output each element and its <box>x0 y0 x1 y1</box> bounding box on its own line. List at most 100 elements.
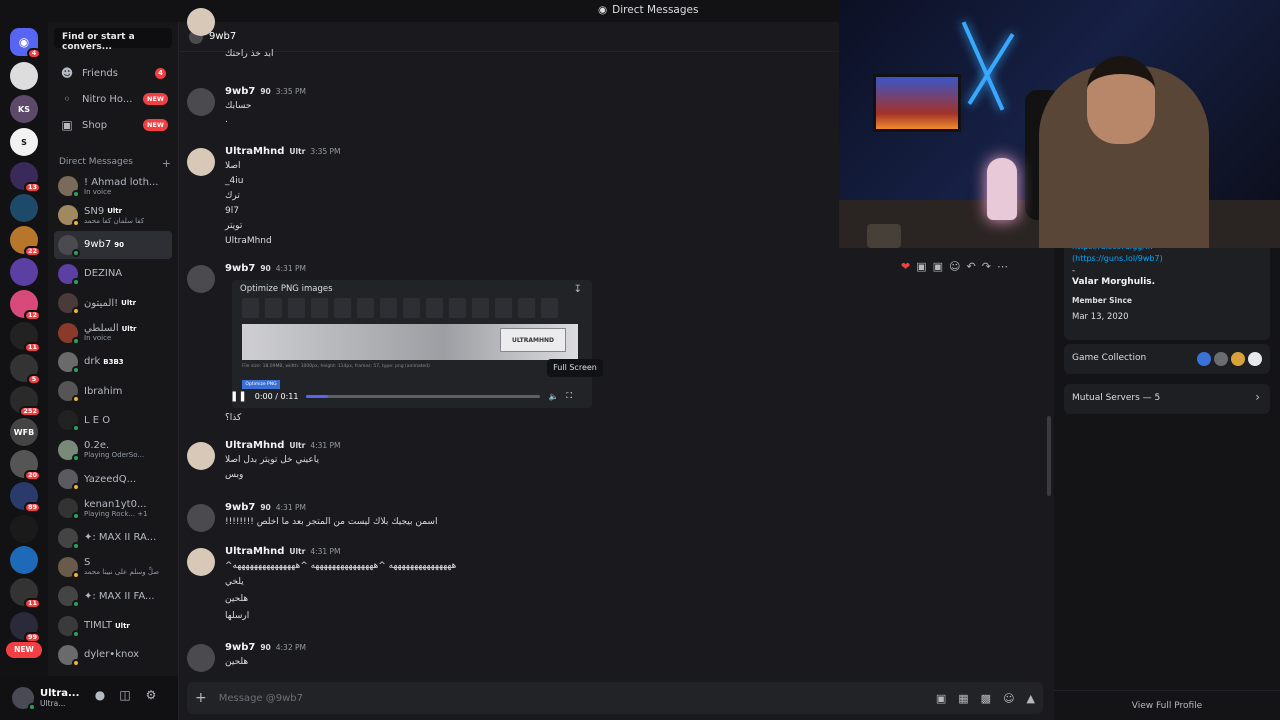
profile-motto: Valar Morghulis. <box>1072 277 1156 287</box>
message-avatar[interactable] <box>187 148 215 176</box>
dm-search-button[interactable]: Find or start a convers... <box>54 28 172 52</box>
message-avatar[interactable] <box>187 88 215 116</box>
dm-name: drk <box>84 356 101 368</box>
create-dm-button[interactable]: + <box>162 157 171 170</box>
volume-icon[interactable]: 🔈 <box>548 392 558 401</box>
download-icon[interactable]: ↧ <box>574 284 582 295</box>
dm-name-row: ✦: MAX II FA... <box>84 591 155 602</box>
user-avatar[interactable] <box>12 687 36 711</box>
server-icon[interactable] <box>10 194 38 222</box>
nav-nitro-home[interactable]: ◦ Nitro Ho... NEW <box>54 88 172 110</box>
activities-icon[interactable]: ▲ <box>1027 692 1035 705</box>
message-input[interactable]: Message @9wb7 <box>219 693 303 704</box>
message-avatar[interactable] <box>187 504 215 532</box>
server-icon[interactable]: WFB <box>10 418 38 446</box>
dm-item[interactable]: DEZINA <box>54 260 172 288</box>
dm-name-row: ! Ahmad loth... <box>84 177 158 188</box>
window-title-text: Direct Messages <box>612 4 699 16</box>
message-avatar[interactable] <box>187 8 215 36</box>
server-icon[interactable]: 99 <box>10 612 41 643</box>
shop-icon: ▣ <box>61 118 73 132</box>
dm-item[interactable]: ! Ahmad loth... In voice <box>54 172 172 200</box>
server-icon[interactable] <box>10 515 38 543</box>
view-full-profile-button[interactable]: View Full Profile <box>1054 690 1280 720</box>
server-icon[interactable]: 11 <box>10 578 41 609</box>
message-author[interactable]: 9wb7 <box>225 263 255 274</box>
dm-item[interactable]: الميتون! Ultr <box>54 289 172 317</box>
new-pill[interactable]: NEW <box>6 642 42 658</box>
server-icon[interactable]: 5 <box>10 354 41 385</box>
dm-item[interactable]: S صلِّ وسلم على نبينا محمد <box>54 553 172 581</box>
server-icon[interactable]: S <box>10 128 38 156</box>
pause-icon[interactable]: ❚❚ <box>230 391 247 402</box>
emoji-icon[interactable]: ☺ <box>1003 692 1014 705</box>
member-since-label: Member Since <box>1072 296 1132 305</box>
message-time: 3:35 PM <box>310 147 341 156</box>
dm-avatar <box>58 439 80 462</box>
reaction-icon[interactable]: ▣ <box>933 260 943 273</box>
mic-icon[interactable]: ● <box>92 688 108 706</box>
dm-item[interactable]: drk B3B3 <box>54 348 172 376</box>
dm-item[interactable]: YazeedQ... <box>54 465 172 493</box>
server-icon[interactable]: KS <box>10 95 38 123</box>
tool-strip <box>242 298 558 318</box>
message-author[interactable]: 9wb7 <box>225 642 255 653</box>
message-avatar[interactable] <box>187 442 215 470</box>
seek-bar[interactable] <box>306 394 541 398</box>
server-icon[interactable]: 12 <box>10 290 41 321</box>
home-button[interactable]: ◉ 4 <box>10 28 41 59</box>
server-icon[interactable]: 20 <box>10 450 41 481</box>
forward-icon[interactable]: ↷ <box>982 260 991 273</box>
gift-icon[interactable]: ▣ <box>936 692 946 705</box>
dm-item[interactable]: 0.2e. Playing OderSo... <box>54 436 172 464</box>
add-reaction-icon[interactable]: ☺ <box>949 260 960 273</box>
game-collection-card[interactable]: Game Collection <box>1064 344 1270 374</box>
dm-item[interactable]: kenan1yt0... Playing Rock... +1 <box>54 494 172 522</box>
server-icon[interactable]: 11 <box>10 322 41 353</box>
dm-item[interactable]: L E O <box>54 406 172 434</box>
sticker-icon[interactable]: ▩ <box>981 692 991 705</box>
server-icon[interactable]: 252 <box>10 386 41 417</box>
message-avatar[interactable] <box>187 265 215 293</box>
server-icon[interactable]: 22 <box>10 226 41 257</box>
headphones-icon[interactable]: ◫ <box>117 688 133 706</box>
nav-friends[interactable]: ☻ Friends 4 <box>54 62 172 84</box>
gif-icon[interactable]: ▦ <box>958 692 968 705</box>
reply-icon[interactable]: ↶ <box>967 260 976 273</box>
settings-gear-icon[interactable]: ⚙ <box>143 688 159 706</box>
dm-item[interactable]: السلطي Ultr In voice <box>54 319 172 347</box>
more-icon[interactable]: ⋯ <box>997 260 1008 273</box>
message-avatar[interactable] <box>187 548 215 576</box>
attach-plus-icon[interactable]: + <box>195 690 207 706</box>
chat-scrollbar[interactable] <box>1047 416 1051 496</box>
dm-item[interactable]: TIMLT Ultr <box>54 612 172 640</box>
server-icon[interactable] <box>10 546 38 574</box>
heart-reaction-icon[interactable]: ❤ <box>901 260 910 273</box>
server-icon[interactable] <box>10 258 38 286</box>
dm-item[interactable]: SN9 Ultr كفا سلمان كفا محمد <box>54 201 172 229</box>
mutual-servers-card[interactable]: Mutual Servers — 5 › <box>1064 384 1270 414</box>
dm-icon: ◉ <box>598 4 608 16</box>
dm-item[interactable]: dyler•knox <box>54 641 172 669</box>
message-avatar[interactable] <box>187 644 215 672</box>
message-author[interactable]: UltraMhnd <box>225 546 284 557</box>
server-rail: ◉ 4 KS S 13 22 12 11 5 252 WFB 20 89 11 99 NEW <box>0 22 48 720</box>
webcam-head <box>1087 56 1155 144</box>
dm-activity: كفا سلمان كفا محمد <box>84 216 145 225</box>
reaction-icon[interactable]: ▣ <box>916 260 926 273</box>
message-author[interactable]: UltraMhnd <box>225 146 284 157</box>
message-author[interactable]: 9wb7 <box>225 502 255 513</box>
dm-item[interactable]: ✦: MAX II FA... <box>54 582 172 610</box>
server-icon[interactable]: 89 <box>10 482 41 513</box>
message-author[interactable]: 9wb7 <box>225 86 255 97</box>
message-author[interactable]: UltraMhnd <box>225 440 284 451</box>
dm-item[interactable]: ✦: MAX II RA... <box>54 524 172 552</box>
dm-item[interactable]: 9wb7 90 <box>54 230 172 259</box>
dm-item[interactable]: Ibrahim <box>54 377 172 405</box>
dm-avatar <box>58 644 80 667</box>
server-icon[interactable] <box>10 62 38 90</box>
fullscreen-icon[interactable]: ⛶ <box>566 391 572 401</box>
nav-shop[interactable]: ▣ Shop NEW <box>54 114 172 136</box>
profile-link[interactable]: (https://guns.lol/9wb7) <box>1072 254 1163 263</box>
server-icon[interactable]: 13 <box>10 162 41 193</box>
